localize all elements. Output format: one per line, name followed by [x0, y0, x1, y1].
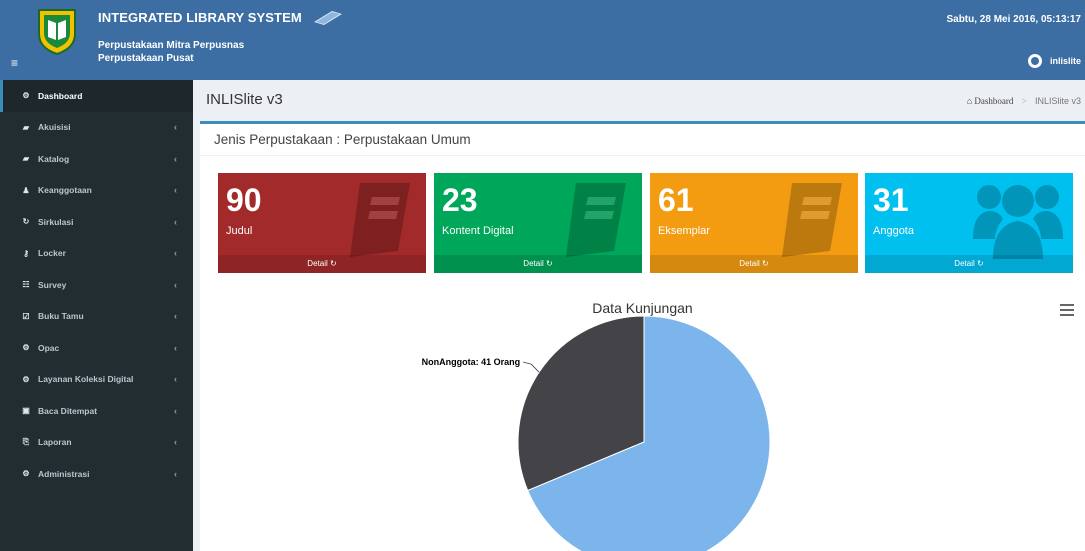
sidebar-item-label: Survey	[38, 279, 67, 290]
check-square-icon: ☑	[22, 311, 30, 321]
book-square-icon: ▣	[22, 406, 30, 416]
current-datetime: Sabtu, 28 Mei 2016, 05:13:17	[946, 14, 1081, 25]
library-branch: Perpustakaan Pusat	[98, 53, 194, 64]
tile-count: 31	[873, 182, 909, 218]
sidebar-item-laporan[interactable]: ⎘ Laporan ‹	[0, 427, 193, 459]
pie-label-connector	[523, 361, 540, 373]
sidebar-item-label: Baca Ditempat	[38, 405, 98, 416]
sidebar-item-akuisisi[interactable]: ▰ Akuisisi ‹	[0, 112, 193, 144]
book-icon	[782, 183, 842, 257]
tile-detail-link[interactable]: Detail ↻	[650, 255, 858, 273]
book-icon: ▰	[22, 154, 30, 164]
library-name: Perpustakaan Mitra Perpusnas	[98, 40, 245, 51]
chevron-left-icon: ‹	[174, 185, 177, 196]
sidebar-item-label: Akuisisi	[38, 122, 71, 133]
breadcrumb: ⌂ Dashboard > INLISlite v3	[967, 96, 1081, 106]
tile-label: Kontent Digital	[442, 225, 514, 237]
breadcrumb-separator: >	[1021, 96, 1027, 106]
chevron-left-icon: ‹	[174, 342, 177, 353]
sidebar-toggle-icon[interactable]: ≡	[11, 56, 18, 70]
cogs-icon: ⚙	[22, 343, 30, 353]
chevron-left-icon: ‹	[174, 405, 177, 416]
tile-detail-link[interactable]: Detail ↻	[218, 255, 426, 273]
chevron-left-icon: ‹	[174, 153, 177, 164]
dashboard-box: Jenis Perpustakaan : Perpustakaan Umum D…	[200, 121, 1085, 551]
tile-label: Anggota	[873, 225, 914, 237]
sidebar-item-label: Sirkulasi	[38, 216, 74, 227]
book-icon	[566, 183, 626, 257]
book-icon	[350, 183, 410, 257]
home-icon: ⌂	[966, 96, 973, 106]
chevron-left-icon: ‹	[174, 248, 177, 259]
sidebar-item-administrasi[interactable]: ⚙ Administrasi ‹	[0, 458, 193, 490]
sidebar-item-survey[interactable]: ☷ Survey ‹	[0, 269, 193, 301]
chevron-left-icon: ‹	[174, 216, 177, 227]
users-icon	[973, 185, 1063, 259]
breadcrumb-home[interactable]: Dashboard	[974, 96, 1013, 106]
sidebar-item-label: Opac	[38, 342, 60, 353]
stat-tile-judul: 90 Judul Detail ↻	[218, 173, 426, 273]
refresh-icon: ↻	[22, 217, 30, 227]
chevron-left-icon: ‹	[174, 122, 177, 133]
sidebar-item-label: Laporan	[38, 437, 72, 448]
sidebar-item-label: Dashboard	[38, 90, 83, 101]
app-title-book-icon	[313, 11, 342, 25]
tile-detail-link[interactable]: Detail ↻	[865, 255, 1073, 273]
cogs-icon: ⚙	[22, 469, 30, 479]
cogs-icon: ⚙	[22, 374, 30, 384]
sidebar-nav: ⚙ Dashboard ▰ Akuisisi ‹ ▰ Katalog ‹ ♟ Keanggotaa…	[0, 80, 193, 551]
pie-slice-label: NonAnggota: 41 Orang	[422, 357, 520, 367]
breadcrumb-current: INLISlite v3	[1034, 96, 1081, 106]
user-avatar-icon	[1027, 54, 1042, 68]
tile-label: Eksemplar	[658, 225, 710, 237]
sidebar-item-baca-ditempat[interactable]: ▣ Baca Ditempat ‹	[0, 395, 193, 427]
tile-label: Judul	[226, 225, 253, 237]
app-title: INTEGRATED LIBRARY SYSTEM	[98, 9, 344, 25]
sidebar-item-locker[interactable]: ⚷ Locker ‹	[0, 238, 193, 270]
sidebar-item-opac[interactable]: ⚙ Opac ‹	[0, 332, 193, 364]
sidebar-item-sirkulasi[interactable]: ↻ Sirkulasi ‹	[0, 206, 193, 238]
sidebar-item-label: Keanggotaan	[38, 185, 92, 196]
sidebar-item-katalog[interactable]: ▰ Katalog ‹	[0, 143, 193, 175]
chevron-left-icon: ‹	[174, 437, 177, 448]
sidebar-item-label: Locker	[38, 248, 66, 259]
stat-tile-anggota: 31 Anggota Detail ↻	[865, 173, 1073, 273]
chevron-left-icon: ‹	[174, 311, 177, 322]
user-menu[interactable]: inlislite	[1027, 54, 1081, 68]
sidebar-item-keanggotaan[interactable]: ♟ Keanggotaan ‹	[0, 175, 193, 207]
tile-detail-link[interactable]: Detail ↻	[434, 255, 642, 273]
username: inlislite	[1049, 56, 1081, 66]
tile-count: 23	[442, 182, 478, 218]
main-content: INLISlite v3 ⌂ Dashboard > INLISlite v3 …	[193, 80, 1085, 551]
sidebar-item-label: Administrasi	[38, 468, 90, 479]
content-header: INLISlite v3 ⌂ Dashboard > INLISlite v3	[193, 80, 1085, 120]
stat-tile-eksemplar: 61 Eksemplar Detail ↻	[650, 173, 858, 273]
sidebar-item-dashboard[interactable]: ⚙ Dashboard	[0, 80, 193, 112]
tile-count: 61	[658, 182, 694, 218]
top-header: ≡ INTEGRATED LIBRARY SYSTEM Perpustakaan…	[0, 0, 1085, 80]
chevron-left-icon: ‹	[174, 279, 177, 290]
user-icon: ♟	[22, 185, 30, 195]
dashboard-icon: ⚙	[22, 91, 30, 101]
sidebar-item-label: Layanan Koleksi Digital	[38, 374, 134, 385]
chevron-left-icon: ‹	[174, 374, 177, 385]
sidebar-item-label: Buku Tamu	[38, 311, 84, 322]
sidebar-item-buku-tamu[interactable]: ☑ Buku Tamu ‹	[0, 301, 193, 333]
sidebar-item-label: Katalog	[38, 153, 70, 164]
users-icon: ☷	[22, 280, 30, 290]
tile-count: 90	[226, 182, 262, 218]
stat-tile-kontent-digital: 23 Kontent Digital Detail ↻	[434, 173, 642, 273]
page-title: INLISlite v3	[206, 91, 283, 108]
chevron-left-icon: ‹	[174, 468, 177, 479]
library-logo-icon	[38, 9, 76, 56]
key-icon: ⚷	[23, 248, 29, 258]
report-icon: ⎘	[22, 437, 30, 447]
book-icon: ▰	[22, 122, 30, 132]
sidebar-item-layanan-koleksi-digital[interactable]: ⚙ Layanan Koleksi Digital ‹	[0, 364, 193, 396]
